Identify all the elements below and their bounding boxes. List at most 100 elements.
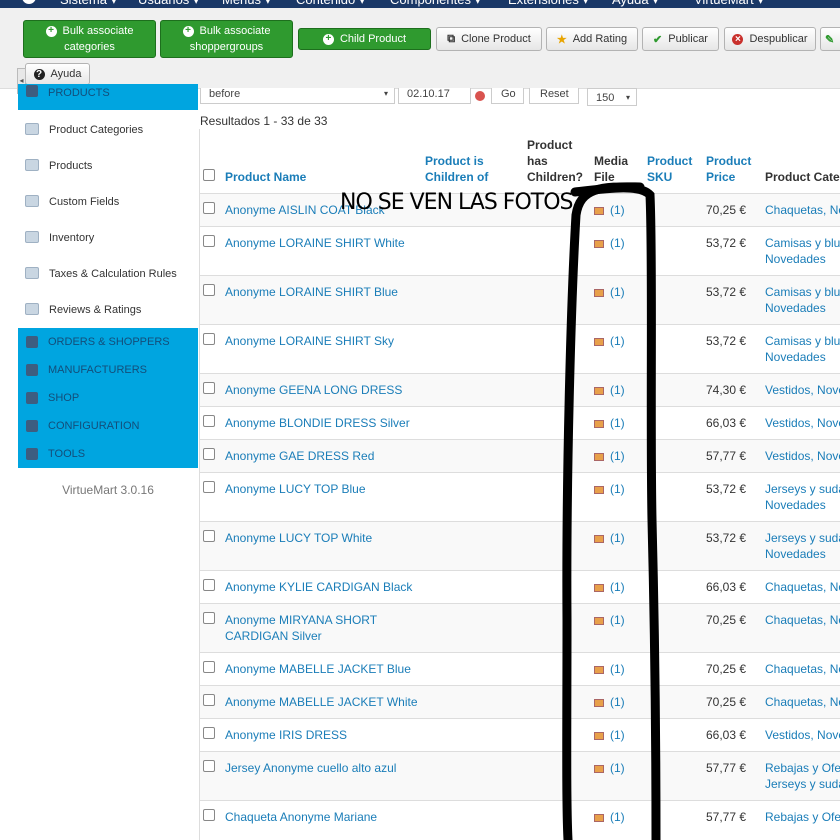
sidebar-item-reviews[interactable]: Reviews & Ratings — [18, 292, 198, 328]
category-link[interactable]: Jerseys y suda — [765, 481, 840, 497]
product-name-link[interactable]: Jersey Anonyme cuello alto azul — [225, 761, 396, 775]
row-checkbox[interactable] — [203, 759, 215, 772]
menu-virtuemart[interactable]: VirtueMart ▾ — [694, 0, 764, 8]
row-checkbox[interactable] — [203, 726, 215, 739]
col-sku[interactable]: Product SKU — [647, 129, 706, 193]
category-link[interactable]: Chaquetas, No — [765, 579, 840, 595]
help-button[interactable]: ? Ayuda — [25, 63, 90, 85]
category-link[interactable]: Chaquetas, No — [765, 202, 840, 218]
col-price[interactable]: Product Price — [706, 129, 765, 193]
sidebar-item-taxes[interactable]: Taxes & Calculation Rules — [18, 256, 198, 292]
row-checkbox[interactable] — [203, 332, 215, 345]
product-name-link[interactable]: Anonyme LUCY TOP White — [225, 531, 372, 545]
product-name-link[interactable]: Anonyme LORAINE SHIRT Blue — [225, 285, 398, 299]
category-link[interactable]: Rebajas y Ofe — [765, 809, 840, 825]
category-link[interactable]: Vestidos, Nove — [765, 727, 840, 743]
category-link[interactable]: Novedades — [765, 349, 840, 365]
product-name-link[interactable]: Anonyme KYLIE CARDIGAN Black — [225, 580, 412, 594]
category-link[interactable]: Camisas y blu — [765, 235, 840, 251]
row-checkbox[interactable] — [203, 578, 215, 591]
product-name-link[interactable]: Anonyme LORAINE SHIRT Sky — [225, 334, 394, 348]
bulk-associate-shoppergroups-button[interactable]: + Bulk associate shoppergroups — [160, 20, 293, 58]
menu-menus[interactable]: Menús ▾ — [222, 0, 271, 8]
product-name-link[interactable]: Anonyme IRIS DRESS — [225, 728, 347, 742]
category-link[interactable]: Jerseys y suda — [765, 776, 840, 792]
date-when-select[interactable]: before ▾ — [200, 88, 395, 104]
sidebar-section-manufacturers[interactable]: MANUFACTURERS — [18, 356, 198, 384]
menu-usuarios[interactable]: Usuarios ▾ — [138, 0, 199, 8]
list-limit-select[interactable]: 150 ▾ — [587, 88, 637, 106]
media-file-link[interactable]: (1) — [594, 482, 625, 496]
row-checkbox[interactable] — [203, 660, 215, 673]
media-file-link[interactable]: (1) — [594, 203, 625, 217]
media-file-link[interactable]: (1) — [594, 580, 625, 594]
publish-button[interactable]: ✔ Publicar — [642, 27, 719, 51]
media-file-link[interactable]: (1) — [594, 449, 625, 463]
product-name-link[interactable]: Anonyme LORAINE SHIRT White — [225, 236, 405, 250]
menu-extensiones[interactable]: Extensiones ▾ — [508, 0, 589, 8]
media-file-link[interactable]: (1) — [594, 662, 625, 676]
product-name-link[interactable]: Anonyme MIRYANA SHORT CARDIGAN Silver — [225, 613, 377, 643]
menu-contenido[interactable]: Contenido ▾ — [296, 0, 365, 8]
product-name-link[interactable]: Anonyme MABELLE JACKET White — [225, 695, 418, 709]
product-name-link[interactable]: Anonyme LUCY TOP Blue — [225, 482, 366, 496]
product-name-link[interactable]: Chaqueta Anonyme Mariane — [225, 810, 377, 824]
row-checkbox[interactable] — [203, 414, 215, 427]
category-link[interactable]: Novedades — [765, 251, 840, 267]
sidebar-item-product-categories[interactable]: Product Categories — [18, 112, 198, 148]
category-link[interactable]: Novedades — [765, 497, 840, 513]
category-link[interactable]: Vestidos, Nove — [765, 415, 840, 431]
menu-ayuda[interactable]: Ayuda ▾ — [612, 0, 659, 8]
media-file-link[interactable]: (1) — [594, 236, 625, 250]
edit-button[interactable]: ✎ — [820, 27, 840, 51]
media-file-link[interactable]: (1) — [594, 285, 625, 299]
category-link[interactable]: Rebajas y Ofe — [765, 760, 840, 776]
clear-date-icon[interactable] — [475, 91, 485, 101]
joomla-logo-icon[interactable] — [22, 0, 36, 4]
category-link[interactable]: Camisas y blu — [765, 333, 840, 349]
row-checkbox[interactable] — [203, 808, 215, 821]
media-file-link[interactable]: (1) — [594, 383, 625, 397]
category-link[interactable]: Vestidos, Nove — [765, 382, 840, 398]
product-name-link[interactable]: Anonyme GEENA LONG DRESS — [225, 383, 402, 397]
go-button[interactable]: Go — [491, 88, 524, 104]
category-link[interactable]: Jerseys y suda — [765, 530, 840, 546]
sidebar-section-tools[interactable]: TOOLS — [18, 440, 198, 468]
category-link[interactable]: Novedades — [765, 546, 840, 562]
add-rating-button[interactable]: ★ Add Rating — [546, 27, 638, 51]
media-file-link[interactable]: (1) — [594, 334, 625, 348]
col-children-of[interactable]: Product is Children of — [425, 129, 527, 193]
row-checkbox[interactable] — [203, 283, 215, 296]
category-link[interactable]: Chaquetas, No — [765, 694, 840, 710]
row-checkbox[interactable] — [203, 381, 215, 394]
sidebar-section-orders[interactable]: ORDERS & SHOPPERS — [18, 328, 198, 356]
child-product-button[interactable]: + Child Product — [298, 28, 431, 50]
sidebar-item-inventory[interactable]: Inventory — [18, 220, 198, 256]
col-product-name[interactable]: Product Name — [225, 129, 425, 193]
category-link[interactable]: Vestidos, Nove — [765, 448, 840, 464]
row-checkbox[interactable] — [203, 447, 215, 460]
category-link[interactable]: Camisas y blu — [765, 284, 840, 300]
media-file-link[interactable]: (1) — [594, 761, 625, 775]
media-file-link[interactable]: (1) — [594, 810, 625, 824]
media-file-link[interactable]: (1) — [594, 695, 625, 709]
sidebar-section-shop[interactable]: SHOP — [18, 384, 198, 412]
sidebar-section-products[interactable]: PRODUCTS — [18, 84, 198, 110]
category-link[interactable]: Novedades — [765, 300, 840, 316]
row-checkbox[interactable] — [203, 693, 215, 706]
row-checkbox[interactable] — [203, 611, 215, 624]
media-file-link[interactable]: (1) — [594, 613, 625, 627]
sidebar-item-custom-fields[interactable]: Custom Fields — [18, 184, 198, 220]
category-link[interactable]: Chaquetas, No — [765, 661, 840, 677]
media-file-link[interactable]: (1) — [594, 531, 625, 545]
date-input[interactable]: 02.10.17 — [398, 88, 471, 104]
category-link[interactable]: Chaquetas, No — [765, 612, 840, 628]
product-name-link[interactable]: Anonyme MABELLE JACKET Blue — [225, 662, 411, 676]
row-checkbox[interactable] — [203, 480, 215, 493]
row-checkbox[interactable] — [203, 201, 215, 214]
media-file-link[interactable]: (1) — [594, 728, 625, 742]
menu-sistema[interactable]: Sistema ▾ — [60, 0, 117, 8]
reset-button[interactable]: Reset — [529, 88, 579, 104]
product-name-link[interactable]: Anonyme BLONDIE DRESS Silver — [225, 416, 410, 430]
menu-componentes[interactable]: Componentes ▾ — [390, 0, 481, 8]
